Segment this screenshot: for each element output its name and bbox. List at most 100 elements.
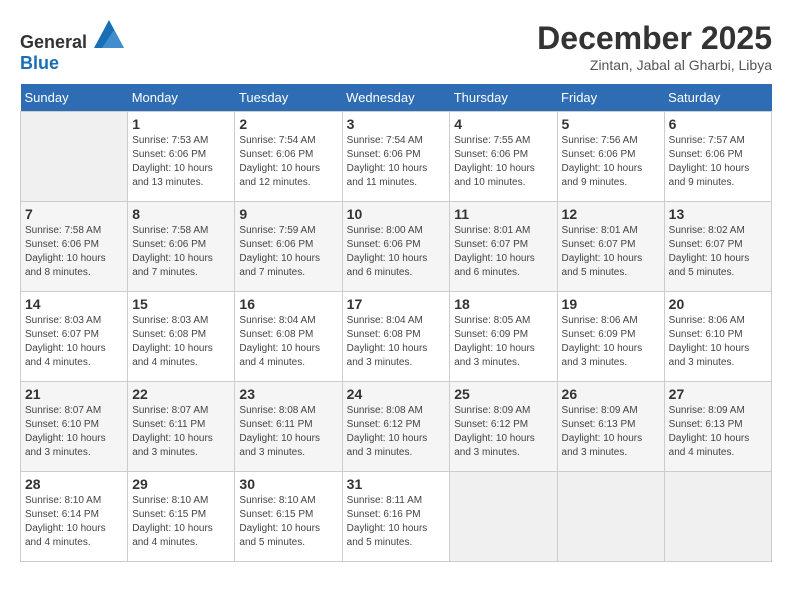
day-number: 1 bbox=[132, 116, 230, 132]
day-info: Sunrise: 8:00 AM Sunset: 6:06 PM Dayligh… bbox=[347, 224, 446, 280]
day-info: Sunrise: 7:56 AM Sunset: 6:06 PM Dayligh… bbox=[562, 134, 660, 190]
day-number: 5 bbox=[562, 116, 660, 132]
calendar-cell: 9Sunrise: 7:59 AM Sunset: 6:06 PM Daylig… bbox=[235, 202, 342, 292]
day-info: Sunrise: 8:08 AM Sunset: 6:11 PM Dayligh… bbox=[239, 404, 337, 460]
day-info: Sunrise: 8:01 AM Sunset: 6:07 PM Dayligh… bbox=[562, 224, 660, 280]
day-number: 8 bbox=[132, 206, 230, 222]
calendar-cell: 4 Sunrise: 7:55 AM Sunset: 6:06 PM Daylig… bbox=[450, 112, 557, 202]
title-section: December 2025 Zintan, Jabal al Gharbi, L… bbox=[537, 20, 772, 73]
header-tuesday: Tuesday bbox=[235, 84, 342, 112]
calendar-week-4: 21 Sunrise: 8:07 AM Sunset: 6:10 PM Dayli… bbox=[21, 382, 772, 472]
day-number: 15 bbox=[132, 296, 230, 312]
calendar-cell: 11 Sunrise: 8:01 AM Sunset: 6:07 PM Dayli… bbox=[450, 202, 557, 292]
day-info: Sunrise: 8:08 AM Sunset: 6:12 PM Dayligh… bbox=[347, 404, 446, 460]
day-number: 18 bbox=[454, 296, 552, 312]
calendar-cell: 7 Sunrise: 7:58 AM Sunset: 6:06 PM Daylig… bbox=[21, 202, 128, 292]
calendar-cell: 18 Sunrise: 8:05 AM Sunset: 6:09 PM Dayli… bbox=[450, 292, 557, 382]
day-info: Sunrise: 8:04 AM Sunset: 6:08 PM Dayligh… bbox=[347, 314, 446, 370]
calendar-cell: 8 Sunrise: 7:58 AM Sunset: 6:06 PM Daylig… bbox=[128, 202, 235, 292]
calendar-week-3: 14 Sunrise: 8:03 AM Sunset: 6:07 PM Dayli… bbox=[21, 292, 772, 382]
day-info: Sunrise: 8:03 AM Sunset: 6:07 PM Dayligh… bbox=[25, 314, 123, 370]
calendar-week-2: 7 Sunrise: 7:58 AM Sunset: 6:06 PM Daylig… bbox=[21, 202, 772, 292]
day-number: 16 bbox=[239, 296, 337, 312]
calendar-cell: 21 Sunrise: 8:07 AM Sunset: 6:10 PM Dayli… bbox=[21, 382, 128, 472]
day-info: Sunrise: 7:58 AM Sunset: 6:06 PM Dayligh… bbox=[132, 224, 230, 280]
day-info: Sunrise: 8:10 AM Sunset: 6:15 PM Dayligh… bbox=[239, 494, 337, 550]
day-number: 3 bbox=[347, 116, 446, 132]
calendar-cell bbox=[557, 472, 664, 562]
calendar-cell: 2 Sunrise: 7:54 AM Sunset: 6:06 PM Daylig… bbox=[235, 112, 342, 202]
day-info: Sunrise: 8:11 AM Sunset: 6:16 PM Dayligh… bbox=[347, 494, 446, 550]
day-info: Sunrise: 8:09 AM Sunset: 6:13 PM Dayligh… bbox=[562, 404, 660, 460]
calendar-week-1: 1 Sunrise: 7:53 AM Sunset: 6:06 PM Daylig… bbox=[21, 112, 772, 202]
day-info: Sunrise: 7:54 AM Sunset: 6:06 PM Dayligh… bbox=[239, 134, 337, 190]
day-number: 25 bbox=[454, 386, 552, 402]
header-saturday: Saturday bbox=[664, 84, 771, 112]
day-number: 29 bbox=[132, 476, 230, 492]
day-number: 2 bbox=[239, 116, 337, 132]
calendar-cell: 28Sunrise: 8:10 AM Sunset: 6:14 PM Dayli… bbox=[21, 472, 128, 562]
day-info: Sunrise: 8:09 AM Sunset: 6:13 PM Dayligh… bbox=[669, 404, 767, 460]
day-info: Sunrise: 8:03 AM Sunset: 6:08 PM Dayligh… bbox=[132, 314, 230, 370]
day-info: Sunrise: 7:55 AM Sunset: 6:06 PM Dayligh… bbox=[454, 134, 552, 190]
location-title: Zintan, Jabal al Gharbi, Libya bbox=[537, 57, 772, 73]
logo-general: General bbox=[20, 32, 87, 52]
day-info: Sunrise: 7:57 AM Sunset: 6:06 PM Dayligh… bbox=[669, 134, 767, 190]
logo-icon bbox=[94, 20, 124, 48]
day-number: 11 bbox=[454, 206, 552, 222]
calendar-cell bbox=[450, 472, 557, 562]
day-number: 26 bbox=[562, 386, 660, 402]
day-info: Sunrise: 7:59 AM Sunset: 6:06 PM Dayligh… bbox=[239, 224, 337, 280]
header-wednesday: Wednesday bbox=[342, 84, 450, 112]
calendar-cell: 13Sunrise: 8:02 AM Sunset: 6:07 PM Dayli… bbox=[664, 202, 771, 292]
day-info: Sunrise: 7:54 AM Sunset: 6:06 PM Dayligh… bbox=[347, 134, 446, 190]
day-info: Sunrise: 8:06 AM Sunset: 6:09 PM Dayligh… bbox=[562, 314, 660, 370]
day-info: Sunrise: 8:06 AM Sunset: 6:10 PM Dayligh… bbox=[669, 314, 767, 370]
calendar-cell: 5 Sunrise: 7:56 AM Sunset: 6:06 PM Daylig… bbox=[557, 112, 664, 202]
header-thursday: Thursday bbox=[450, 84, 557, 112]
calendar-cell: 25 Sunrise: 8:09 AM Sunset: 6:12 PM Dayli… bbox=[450, 382, 557, 472]
day-number: 19 bbox=[562, 296, 660, 312]
day-number: 27 bbox=[669, 386, 767, 402]
calendar-cell: 23Sunrise: 8:08 AM Sunset: 6:11 PM Dayli… bbox=[235, 382, 342, 472]
day-info: Sunrise: 8:09 AM Sunset: 6:12 PM Dayligh… bbox=[454, 404, 552, 460]
day-number: 21 bbox=[25, 386, 123, 402]
day-number: 12 bbox=[562, 206, 660, 222]
day-info: Sunrise: 8:04 AM Sunset: 6:08 PM Dayligh… bbox=[239, 314, 337, 370]
calendar-cell: 1 Sunrise: 7:53 AM Sunset: 6:06 PM Daylig… bbox=[128, 112, 235, 202]
calendar-cell: 6 Sunrise: 7:57 AM Sunset: 6:06 PM Daylig… bbox=[664, 112, 771, 202]
calendar-cell: 26 Sunrise: 8:09 AM Sunset: 6:13 PM Dayli… bbox=[557, 382, 664, 472]
calendar-cell: 24 Sunrise: 8:08 AM Sunset: 6:12 PM Dayli… bbox=[342, 382, 450, 472]
logo-blue: Blue bbox=[20, 53, 59, 73]
day-number: 20 bbox=[669, 296, 767, 312]
day-info: Sunrise: 8:01 AM Sunset: 6:07 PM Dayligh… bbox=[454, 224, 552, 280]
calendar-cell: 15 Sunrise: 8:03 AM Sunset: 6:08 PM Dayli… bbox=[128, 292, 235, 382]
day-number: 13 bbox=[669, 206, 767, 222]
header-monday: Monday bbox=[128, 84, 235, 112]
calendar-cell: 31 Sunrise: 8:11 AM Sunset: 6:16 PM Dayli… bbox=[342, 472, 450, 562]
calendar-cell: 3 Sunrise: 7:54 AM Sunset: 6:06 PM Daylig… bbox=[342, 112, 450, 202]
day-info: Sunrise: 8:05 AM Sunset: 6:09 PM Dayligh… bbox=[454, 314, 552, 370]
day-number: 17 bbox=[347, 296, 446, 312]
day-number: 6 bbox=[669, 116, 767, 132]
month-title: December 2025 bbox=[537, 20, 772, 57]
day-info: Sunrise: 7:53 AM Sunset: 6:06 PM Dayligh… bbox=[132, 134, 230, 190]
calendar-cell: 20 Sunrise: 8:06 AM Sunset: 6:10 PM Dayli… bbox=[664, 292, 771, 382]
calendar-cell: 12 Sunrise: 8:01 AM Sunset: 6:07 PM Dayli… bbox=[557, 202, 664, 292]
calendar-cell bbox=[21, 112, 128, 202]
calendar-cell: 30Sunrise: 8:10 AM Sunset: 6:15 PM Dayli… bbox=[235, 472, 342, 562]
day-info: Sunrise: 7:58 AM Sunset: 6:06 PM Dayligh… bbox=[25, 224, 123, 280]
day-number: 14 bbox=[25, 296, 123, 312]
calendar-cell: 14 Sunrise: 8:03 AM Sunset: 6:07 PM Dayli… bbox=[21, 292, 128, 382]
day-info: Sunrise: 8:07 AM Sunset: 6:10 PM Dayligh… bbox=[25, 404, 123, 460]
calendar-week-5: 28Sunrise: 8:10 AM Sunset: 6:14 PM Dayli… bbox=[21, 472, 772, 562]
header-friday: Friday bbox=[557, 84, 664, 112]
day-number: 31 bbox=[347, 476, 446, 492]
calendar-cell: 17 Sunrise: 8:04 AM Sunset: 6:08 PM Dayli… bbox=[342, 292, 450, 382]
day-number: 22 bbox=[132, 386, 230, 402]
day-number: 4 bbox=[454, 116, 552, 132]
day-number: 24 bbox=[347, 386, 446, 402]
header-sunday: Sunday bbox=[21, 84, 128, 112]
day-number: 7 bbox=[25, 206, 123, 222]
day-number: 28 bbox=[25, 476, 123, 492]
